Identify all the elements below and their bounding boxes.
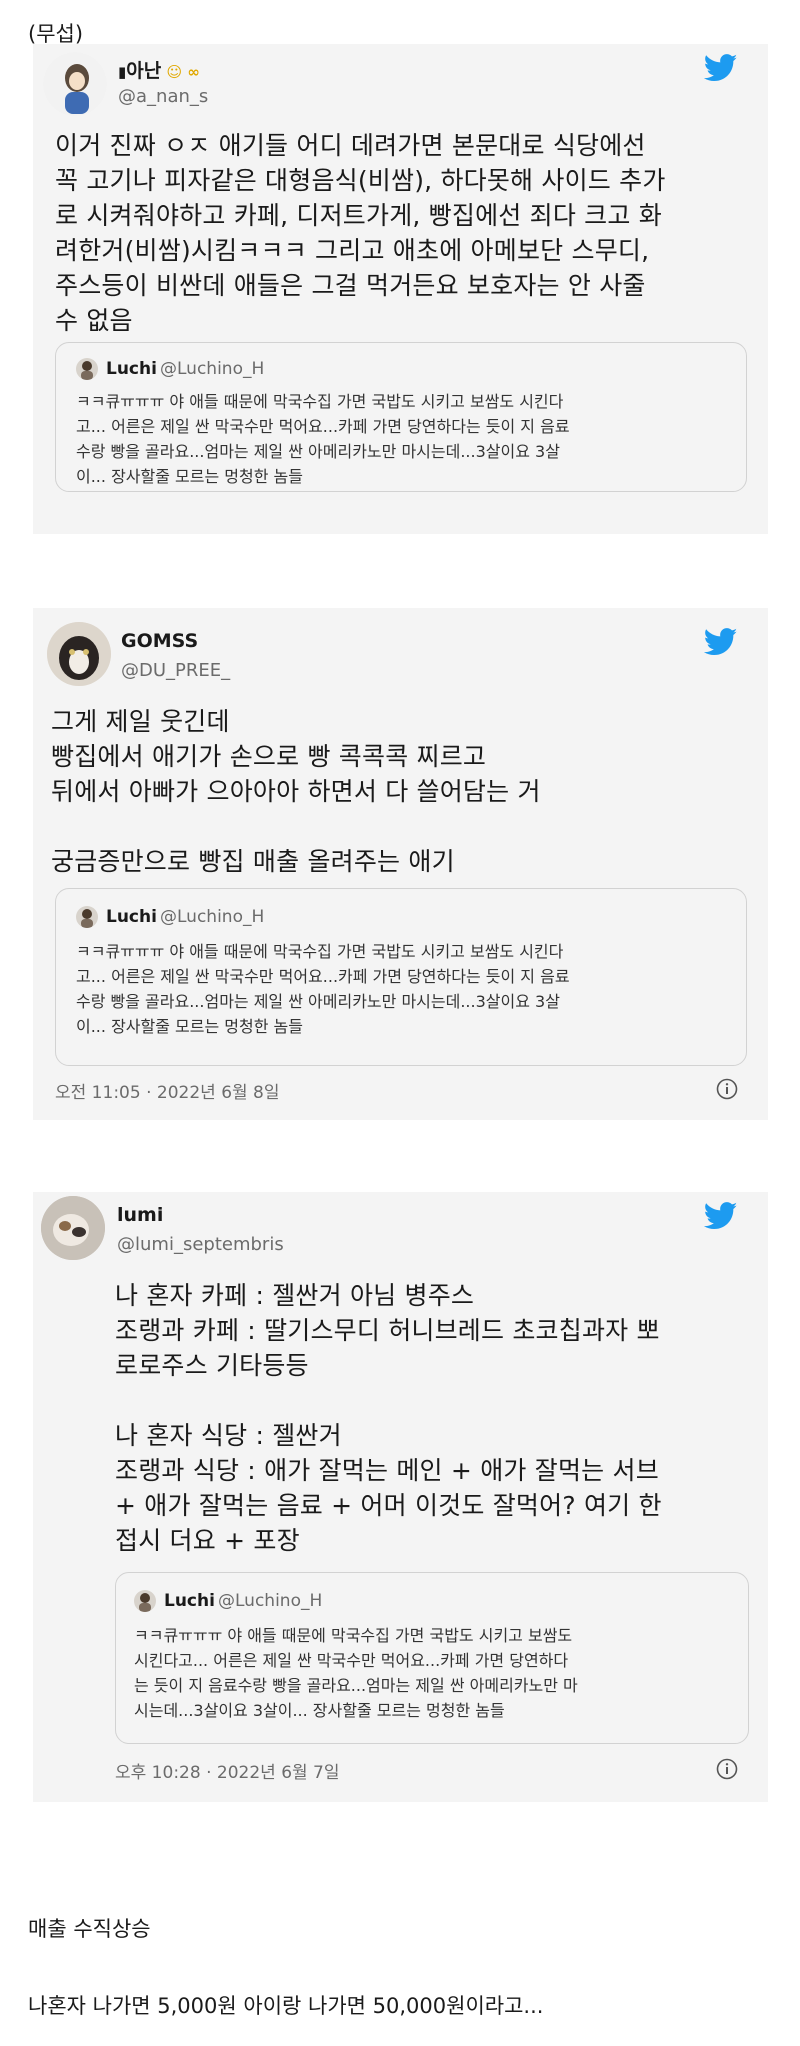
twitter-bird-icon[interactable] (704, 54, 738, 82)
avatar[interactable] (43, 52, 107, 116)
handle[interactable]: @lumi_septembris (117, 1234, 284, 1255)
handle[interactable]: @a_nan_s (118, 86, 208, 107)
tweet-card-2[interactable]: GOMSS @DU_PREE_ 그게 제일 웃긴데 빵집에서 애기가 손으로 빵… (33, 608, 768, 1120)
quote-avatar (134, 1590, 156, 1612)
quote-name: Luchi (106, 359, 157, 379)
quote-name: Luchi (106, 907, 157, 927)
page: { "header_note": "(무섭)", "tweets": [ { "… (0, 0, 800, 2046)
tweet-body: 이거 진짜 ㅇㅈ 애기들 어디 데려가면 본문대로 식당에선 꼭 고기나 피자같… (55, 131, 666, 335)
twitter-bird-icon[interactable] (704, 1202, 738, 1230)
quote-avatar (76, 358, 98, 380)
quoted-tweet[interactable]: Luchi @Luchino_H ㅋㅋ큐ㅠㅠㅠ 야 애들 때문에 막국수집 가면… (55, 342, 747, 492)
quote-text: ㅋㅋ큐ㅠㅠㅠ 야 애들 때문에 막국수집 가면 국밥도 시키고 보쌈도 시킨다 … (76, 392, 570, 486)
timestamp[interactable]: 오전 11:05 · 2022년 6월 8일 (55, 1078, 280, 1103)
twitter-bird-icon[interactable] (704, 628, 738, 656)
display-name[interactable]: lumi (117, 1204, 163, 1226)
avatar[interactable] (41, 1196, 105, 1260)
quoted-tweet[interactable]: Luchi @Luchino_H ㅋㅋ큐ㅠㅠㅠ 야 애들 때문에 막국수집 가면… (115, 1572, 749, 1744)
quote-handle: @Luchino_H (218, 1591, 323, 1611)
emoji-decor: ☺ ∞ (161, 63, 200, 81)
info-icon[interactable] (716, 1758, 738, 1780)
tweet-card-3[interactable]: lumi @lumi_septembris 나 혼자 카페 : 젤싼거 아님 병… (33, 1192, 768, 1802)
quote-handle: @Luchino_H (160, 359, 265, 379)
quote-text: ㅋㅋ큐ㅠㅠㅠ 야 애들 때문에 막국수집 가면 국밥도 시키고 보쌈도 시킨다 … (76, 942, 570, 1036)
tweet-body: 나 혼자 카페 : 젤싼거 아님 병주스 조랭과 카페 : 딸기스무디 허니브레… (115, 1281, 662, 1555)
timestamp[interactable]: 오후 10:28 · 2022년 6월 7일 (115, 1758, 340, 1783)
footer-caption-2: 나혼자 나가면 5,000원 아이랑 나가면 50,000원이라고... (28, 1994, 544, 2018)
quote-handle: @Luchino_H (160, 907, 265, 927)
display-name[interactable]: GOMSS (121, 630, 198, 652)
avatar[interactable] (47, 622, 111, 686)
handle[interactable]: @DU_PREE_ (121, 660, 230, 681)
display-name[interactable]: ▮아난 ☺ ∞ (118, 56, 200, 83)
quoted-tweet[interactable]: Luchi @Luchino_H ㅋㅋ큐ㅠㅠㅠ 야 애들 때문에 막국수집 가면… (55, 888, 747, 1066)
tweet-card-1[interactable]: ▮아난 ☺ ∞ @a_nan_s 이거 진짜 ㅇㅈ 애기들 어디 데려가면 본문… (33, 44, 768, 534)
tweet-body: 그게 제일 웃긴데 빵집에서 애기가 손으로 빵 콕콕콕 찌르고 뒤에서 아빠가… (51, 707, 541, 876)
quote-text: ㅋㅋ큐ㅠㅠㅠ 야 애들 때문에 막국수집 가면 국밥도 시키고 보쌈도 시킨다고… (134, 1626, 578, 1720)
quote-name: Luchi (164, 1591, 215, 1611)
info-icon[interactable] (716, 1078, 738, 1100)
footer-caption-1: 매출 수직상승 (28, 1917, 151, 1941)
quote-avatar (76, 906, 98, 928)
